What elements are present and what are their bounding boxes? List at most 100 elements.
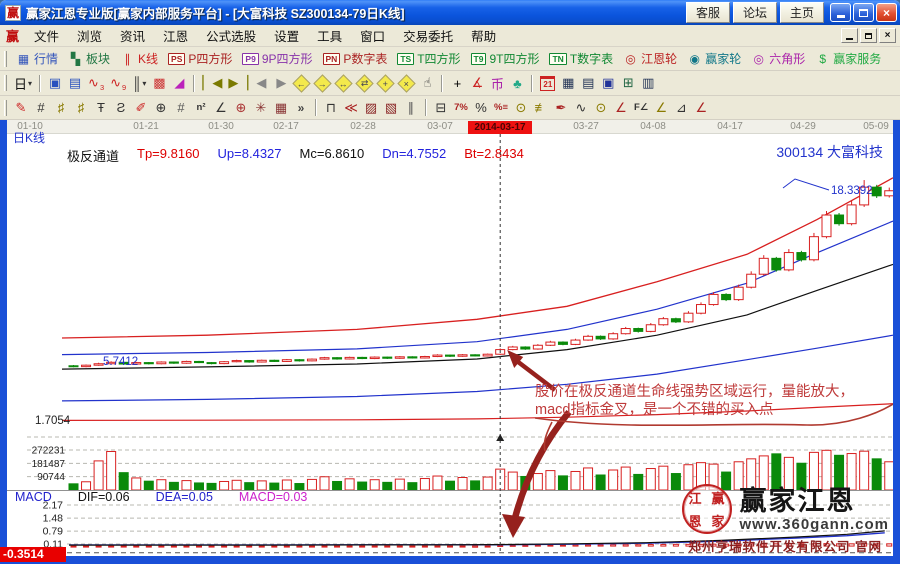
notes-icon[interactable]: ▤ <box>578 73 598 93</box>
candle-style-selector[interactable]: ║ ▾ <box>129 73 149 93</box>
menu-item[interactable]: 资讯 <box>111 24 154 47</box>
quotes-button[interactable]: ▦ 行情 <box>11 49 63 68</box>
mdi-close-button[interactable]: × <box>879 28 896 43</box>
zoom-in-icon[interactable]: + <box>377 74 395 92</box>
percent7-icon[interactable]: 7% <box>451 98 471 118</box>
gold-angle-icon[interactable]: ∠ <box>651 98 671 118</box>
circle-cross-icon[interactable]: ⊕ <box>231 98 251 118</box>
hexagon-button[interactable]: ◎ 六角形 <box>746 49 810 68</box>
percent-lines-icon[interactable]: %≡ <box>491 98 511 118</box>
remote-pc-icon[interactable]: ▥ <box>638 73 658 93</box>
price-volume-chart[interactable]: 2722311814879074418.33925.74121.7054 <box>7 134 893 490</box>
toolbar-grip[interactable] <box>4 75 7 91</box>
next-icon[interactable]: ▶ <box>271 73 291 93</box>
star-circle-icon[interactable]: ✳ <box>251 98 271 118</box>
wave9-icon[interactable]: ∿ 9 <box>107 73 129 93</box>
n-square-icon[interactable]: n² <box>191 98 211 118</box>
gold-grid2-icon[interactable]: ♯ <box>71 98 91 118</box>
crosshair-icon[interactable]: + <box>447 73 467 93</box>
title-link-button[interactable]: 论坛 <box>733 2 777 23</box>
hand-tool-icon[interactable]: ☝ <box>417 73 437 93</box>
sectors-button[interactable]: ▚ 板块 <box>63 49 115 68</box>
kline-button[interactable]: ∥ K线 <box>115 49 163 68</box>
grid-box-icon[interactable]: ▦ <box>271 98 291 118</box>
winner-service-button[interactable]: $ 赢家服务 <box>810 49 886 68</box>
wave-tool-icon[interactable]: ∿ <box>571 98 591 118</box>
compress-horizontal-icon[interactable]: ⇄ <box>356 74 374 92</box>
info-board-icon[interactable]: ▤ <box>65 73 85 93</box>
block-chart-icon[interactable]: ▩ <box>149 73 169 93</box>
menu-item[interactable]: 设置 <box>265 24 308 47</box>
draw-tool-icon[interactable]: ✎ <box>11 98 31 118</box>
t-square-button[interactable]: TS T四方形 <box>392 49 465 68</box>
pen-tool-icon[interactable]: ✐ <box>131 98 151 118</box>
zoom-out-icon[interactable]: × <box>398 74 416 92</box>
menu-item[interactable]: 交易委托 <box>394 24 462 47</box>
fan-lines-icon[interactable]: ≪ <box>341 98 361 118</box>
spiral-icon[interactable]: Ƨ <box>111 98 131 118</box>
prev-icon[interactable]: ◀ <box>251 73 271 93</box>
f-grid-icon[interactable]: Ŧ <box>91 98 111 118</box>
pattern-grid-icon[interactable]: ▨ <box>361 98 381 118</box>
network-icon[interactable]: ⊞ <box>618 73 638 93</box>
gann-circle-icon[interactable]: ⊕ <box>151 98 171 118</box>
angle-tool-icon[interactable]: ∠ <box>211 98 231 118</box>
t9-square-button[interactable]: T9 9T四方形 <box>466 49 545 68</box>
scale-tool-icon[interactable]: ⊟ <box>431 98 451 118</box>
mdi-restore-button[interactable] <box>860 28 877 43</box>
gann-grid-icon[interactable]: # <box>31 98 51 118</box>
currency-tool-icon[interactable]: 币 <box>487 73 507 93</box>
parallel-lines-icon[interactable]: ∥ <box>401 98 421 118</box>
box-tool-icon[interactable]: ⊓ <box>321 98 341 118</box>
toolbar-grip[interactable] <box>4 100 7 116</box>
pattern-grid2-icon[interactable]: ▧ <box>381 98 401 118</box>
gann-wheel-button[interactable]: ◎ 江恩轮 <box>618 49 682 68</box>
shift-left-icon[interactable]: ← <box>293 74 311 92</box>
gold-circle-icon[interactable]: ⊙ <box>511 98 531 118</box>
percent-icon[interactable]: % <box>471 98 491 118</box>
calculator-icon[interactable]: ▦ <box>558 73 578 93</box>
period-selector[interactable]: 日 ▾ <box>11 73 35 93</box>
angle-measure-icon[interactable]: ∡ <box>467 73 487 93</box>
marker-pen-icon[interactable]: ✒ <box>551 98 571 118</box>
first-page-icon[interactable]: ▏◀ <box>199 73 225 93</box>
menu-item[interactable]: 浏览 <box>68 24 111 47</box>
expand-horizontal-icon[interactable]: ↔ <box>335 74 353 92</box>
close-button[interactable]: × <box>876 3 897 22</box>
title-link-button[interactable]: 主页 <box>780 2 824 23</box>
p-number-button[interactable]: PN P数字表 <box>318 49 393 68</box>
mdi-minimize-button[interactable] <box>841 28 858 43</box>
p9-square-button[interactable]: P9 9P四方形 <box>237 49 317 68</box>
calendar-icon[interactable]: 21 <box>537 73 558 93</box>
menu-item[interactable]: 文件 <box>25 24 68 47</box>
menu-item[interactable]: 帮助 <box>462 24 505 47</box>
save-icon[interactable]: ▣ <box>598 73 618 93</box>
last-page-icon[interactable]: ▶▕ <box>225 73 251 93</box>
p-square-button[interactable]: PS P四方形 <box>163 49 237 68</box>
wave3-icon[interactable]: ∿ 3 <box>85 73 107 93</box>
f-angle-icon[interactable]: F∠ <box>631 98 651 118</box>
gold-circle2-icon[interactable]: ⊙ <box>591 98 611 118</box>
menu-item[interactable]: 工具 <box>308 24 351 47</box>
shift-right-icon[interactable]: → <box>314 74 332 92</box>
maximize-button[interactable] <box>853 3 874 22</box>
title-link-button[interactable]: 客服 <box>686 2 730 23</box>
red-angle2-icon[interactable]: ∠ <box>691 98 711 118</box>
winner-wheel-button[interactable]: ◉ 赢家轮 <box>682 49 746 68</box>
ruler-grid-icon[interactable]: # <box>171 98 191 118</box>
menu-item[interactable]: 窗口 <box>351 24 394 47</box>
gold-lines-icon[interactable]: ≢ <box>531 98 551 118</box>
red-angle-icon[interactable]: ∠ <box>611 98 631 118</box>
overlay-chart-icon[interactable]: ▣ <box>45 73 65 93</box>
menu-item[interactable]: 江恩 <box>154 24 197 47</box>
t-number-button[interactable]: TN T数字表 <box>544 49 618 68</box>
gold-grid-icon[interactable]: ♯ <box>51 98 71 118</box>
drawing-tool-icon: n² <box>197 102 206 113</box>
more-tools-chevron[interactable]: » <box>291 98 311 118</box>
color-chart-icon[interactable]: ◢ <box>169 73 189 93</box>
triangle-icon[interactable]: ⊿ <box>671 98 691 118</box>
clover-tool-icon[interactable]: ♣ <box>507 73 527 93</box>
minimize-button[interactable] <box>830 3 851 22</box>
menu-item[interactable]: 公式选股 <box>197 24 265 47</box>
toolbar-grip[interactable] <box>4 51 7 67</box>
